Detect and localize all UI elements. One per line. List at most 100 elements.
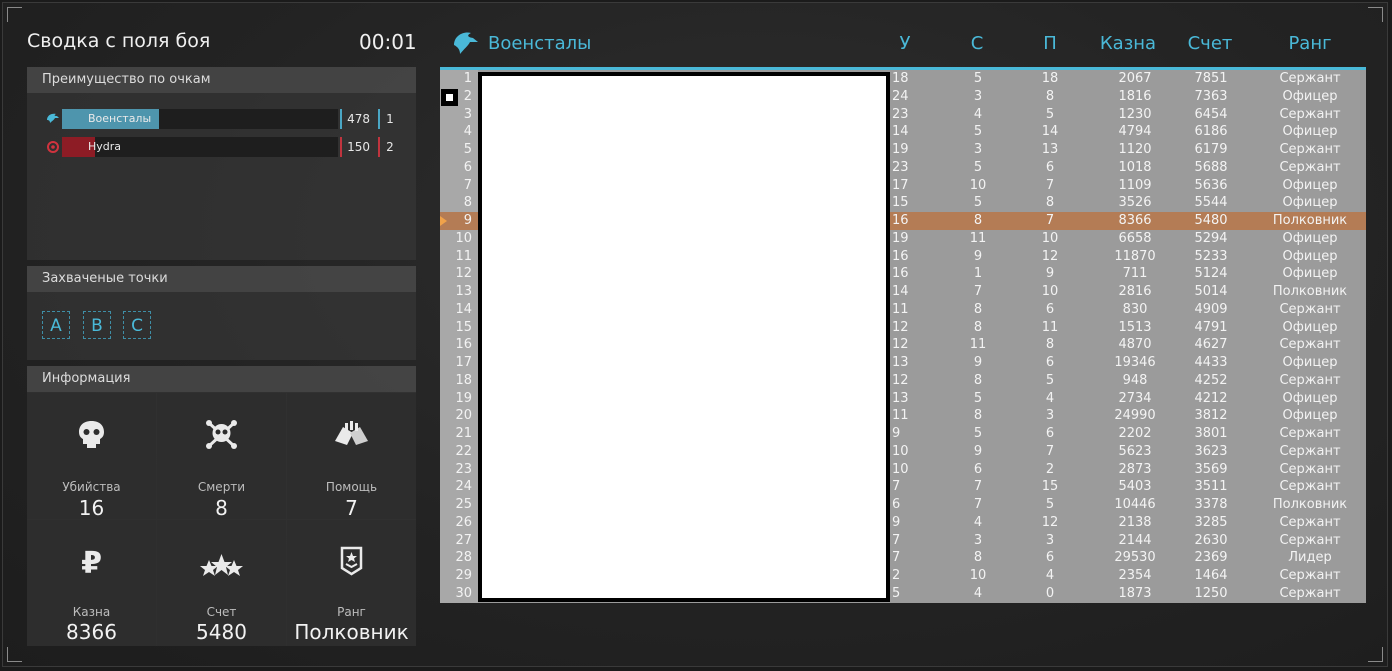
cell-rank: Офицер (1282, 124, 1338, 140)
cell-deaths: 8 (973, 372, 983, 388)
cell-treasury: 2816 (1118, 284, 1152, 299)
cell-score: 4433 (1194, 355, 1228, 370)
cell-rank: Сержант (1279, 71, 1341, 86)
cell-score: 5014 (1194, 284, 1228, 299)
cell-deaths: 5 (973, 195, 983, 211)
eagle-logo-icon (454, 32, 478, 54)
cell-score: 4909 (1194, 301, 1228, 317)
row-number: 21 (440, 425, 478, 443)
column-header-treasury[interactable]: Казна (1090, 33, 1166, 54)
cell-assists: 6 (1045, 426, 1055, 441)
team-name: Военсталы (88, 112, 152, 125)
frame-corner (7, 7, 22, 22)
column-header-rank[interactable]: Ранг (1280, 33, 1340, 54)
cell-treasury: 2354 (1118, 568, 1152, 583)
cell-kills: 10 (892, 461, 909, 477)
team-score: 478 (340, 109, 376, 129)
cell-assists: 7 (1045, 443, 1055, 459)
row-number: 5 (440, 141, 478, 159)
eagle-icon (47, 113, 59, 123)
row-number: 29 (440, 567, 478, 585)
row-number: 4 (440, 123, 478, 141)
column-header-deaths[interactable]: С (962, 33, 992, 54)
cell-assists: 8 (1045, 88, 1055, 104)
cell-score: 1464 (1194, 568, 1228, 583)
cell-rank: Сержант (1279, 372, 1341, 388)
cell-assists: 11 (1041, 319, 1059, 335)
cell-treasury: 11870 (1114, 248, 1156, 264)
row-number: 19 (440, 389, 478, 408)
cell-deaths: 11 (969, 337, 987, 353)
team-place: 1 (378, 109, 400, 129)
cell-rank: Сержант (1279, 585, 1341, 601)
cell-assists: 7 (1045, 213, 1055, 228)
cell-kills: 2 (892, 568, 901, 583)
cell-kills: 9 (892, 426, 901, 441)
stat-value: 7 (345, 496, 358, 520)
row-number: 7 (440, 176, 478, 195)
stat-label: Убийства (62, 480, 121, 494)
stat-rank: Ранг Полковник (287, 520, 416, 646)
team-score-bar: Hydra (62, 137, 338, 157)
cell-score: 4212 (1194, 390, 1228, 406)
row-selection-checkbox[interactable] (441, 89, 458, 106)
stat-kills: Убийства 16 (27, 393, 156, 520)
row-number: 12 (440, 265, 478, 283)
cell-score: 3801 (1194, 426, 1228, 441)
column-header-score[interactable]: Счет (1180, 33, 1240, 54)
cell-score: 4627 (1194, 337, 1228, 353)
cell-assists: 6 (1045, 355, 1055, 370)
cell-kills: 23 (892, 106, 909, 122)
cell-deaths: 3 (973, 142, 983, 157)
cell-kills: 12 (892, 372, 909, 388)
cell-deaths: 5 (973, 71, 983, 86)
frame-corner (7, 647, 22, 662)
cell-treasury: 5403 (1118, 479, 1152, 495)
cell-treasury: 24990 (1114, 408, 1156, 424)
cell-assists: 7 (1045, 177, 1055, 193)
cell-deaths: 5 (973, 390, 983, 406)
cell-deaths: 3 (973, 88, 983, 104)
cell-deaths: 8 (973, 319, 983, 335)
column-header-assists[interactable]: П (1035, 33, 1065, 54)
cell-treasury: 1120 (1118, 142, 1152, 157)
cell-assists: 12 (1041, 248, 1059, 264)
cell-deaths: 7 (973, 284, 983, 299)
row-number: 8 (440, 194, 478, 212)
stat-treasury: ₽ Казна 8366 (27, 520, 156, 646)
cell-rank: Офицер (1282, 355, 1338, 370)
stat-value: 8 (215, 496, 228, 520)
cell-score: 3623 (1194, 443, 1228, 459)
cell-assists: 10 (1041, 284, 1059, 299)
cell-kills: 12 (892, 337, 909, 353)
team-score: 150 (340, 137, 376, 157)
stat-label: Смерти (197, 480, 246, 494)
cell-kills: 11 (892, 408, 909, 424)
row-number: 24 (440, 478, 478, 496)
cell-kills: 14 (892, 284, 909, 299)
row-number: 13 (440, 283, 478, 301)
cell-kills: 7 (892, 479, 901, 495)
cell-treasury: 711 (1122, 266, 1148, 282)
cell-rank: Полковник (1272, 497, 1348, 512)
cell-assists: 15 (1041, 479, 1059, 495)
cell-assists: 10 (1041, 230, 1059, 246)
cell-treasury: 1513 (1118, 319, 1152, 335)
cell-deaths: 10 (969, 568, 987, 583)
cell-assists: 8 (1045, 337, 1055, 353)
cell-deaths: 8 (973, 213, 983, 228)
points-advantage-heading: Преимущество по очкам (27, 67, 416, 93)
cell-score: 5233 (1194, 248, 1228, 264)
cell-rank: Офицер (1282, 319, 1338, 335)
cell-treasury: 6658 (1118, 230, 1152, 246)
cell-score: 5688 (1194, 159, 1228, 175)
cell-score: 3812 (1194, 408, 1228, 424)
cell-score: 3378 (1194, 497, 1228, 512)
cell-score: 2630 (1194, 532, 1228, 548)
cell-deaths: 6 (973, 461, 983, 477)
cell-rank: Офицер (1282, 408, 1338, 424)
column-header-kills[interactable]: У (890, 33, 920, 54)
cell-kills: 13 (892, 390, 909, 406)
cell-score: 6179 (1194, 142, 1228, 157)
cell-deaths: 3 (973, 532, 983, 548)
